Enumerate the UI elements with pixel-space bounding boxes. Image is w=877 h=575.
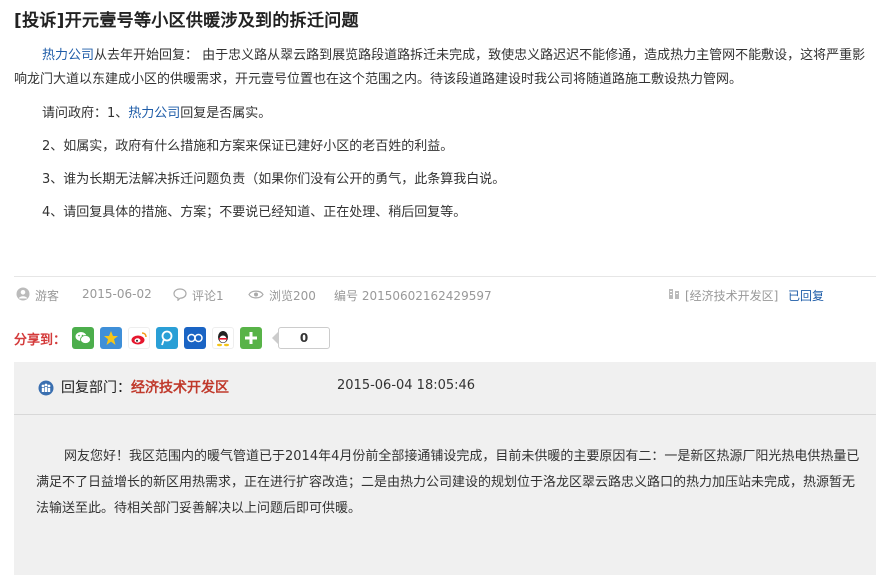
complaint-paragraph-5: 4、请回复具体的措施、方案；不要说已经知道、正在处理、稍后回复等。 bbox=[42, 205, 467, 220]
share-label: 分享到： bbox=[14, 332, 67, 348]
reply-label-prefix: 回复部门： bbox=[61, 380, 131, 396]
complaint-paragraph-2: 请问政府：1、热力公司回复是否属实。 bbox=[14, 103, 872, 125]
reply-section: 回复部门：经济技术开发区 2015-06-04 18:05:46 网友您好！我区… bbox=[14, 362, 876, 575]
complaint-content: 热力公司从去年开始回复： 由于忠义路从翠云路到展览路段道路拆迁未完成，致使忠义路… bbox=[14, 44, 872, 235]
reply-datetime: 2015-06-04 18:05:46 bbox=[337, 378, 476, 393]
building-icon bbox=[668, 288, 680, 303]
meta-serial-text: 编号 20150602162429597 bbox=[334, 289, 492, 303]
meta-date: 2015-06-02 bbox=[82, 287, 152, 301]
reply-department-name: 经济技术开发区 bbox=[131, 380, 229, 396]
divider bbox=[14, 276, 876, 277]
page-title: [投诉]开元壹号等小区供暖涉及到的拆迁问题 bbox=[14, 11, 359, 31]
comment-icon bbox=[173, 287, 187, 304]
meta-status[interactable]: 已回复 bbox=[788, 287, 824, 304]
meta-department-text: [经济技术开发区] bbox=[685, 289, 779, 303]
meta-comments[interactable]: 评论1 bbox=[173, 287, 224, 304]
heat-company-link-1[interactable]: 热力公司 bbox=[42, 48, 94, 63]
meta-user: 游客 bbox=[16, 287, 59, 304]
department-icon bbox=[38, 380, 54, 400]
complaint-paragraph-1: 热力公司从去年开始回复： 由于忠义路从翠云路到展览路段道路拆迁未完成，致使忠义路… bbox=[14, 44, 872, 92]
reply-body: 网友您好！我区范围内的暖气管道已于2014年4月份前全部接通铺设完成，目前未供暖… bbox=[36, 449, 860, 516]
post-meta-bar: 游客 2015-06-02 评论1 浏览200 编号 2015060216242… bbox=[16, 287, 876, 305]
meta-views: 浏览200 bbox=[248, 287, 316, 304]
wechat-icon[interactable] bbox=[72, 327, 95, 349]
reply-department-label: 回复部门：经济技术开发区 bbox=[61, 377, 229, 397]
complaint-p2-text: 回复是否属实。 bbox=[180, 106, 272, 121]
more-icon[interactable] bbox=[240, 327, 263, 349]
complaint-p2-prefix: 请问政府：1、 bbox=[42, 106, 129, 121]
eye-icon bbox=[248, 289, 264, 303]
complaint-p1-text: 从去年开始回复： 由于忠义路从翠云路到展览路段道路拆迁未完成，致使忠义路迟迟不能… bbox=[14, 48, 866, 87]
share-count-value: 0 bbox=[278, 327, 331, 349]
renren-icon[interactable] bbox=[184, 327, 207, 349]
meta-comments-text: 评论1 bbox=[192, 289, 224, 303]
meta-views-text: 浏览200 bbox=[269, 289, 316, 303]
meta-date-text: 2015-06-02 bbox=[82, 287, 152, 301]
tencent-weibo-icon[interactable] bbox=[156, 327, 179, 349]
user-icon bbox=[16, 287, 30, 304]
complaint-paragraph-4: 3、谁为长期无法解决拆迁问题负责（如果你们没有公开的勇气，此条算我白说。 bbox=[42, 172, 506, 187]
qzone-icon[interactable] bbox=[100, 327, 123, 349]
heat-company-link-2[interactable]: 热力公司 bbox=[128, 106, 180, 121]
complaint-paragraph-3: 2、如属实，政府有什么措施和方案来保证已建好小区的老百姓的利益。 bbox=[42, 139, 454, 154]
meta-serial: 编号 20150602162429597 bbox=[334, 287, 492, 304]
qq-icon[interactable] bbox=[212, 327, 235, 349]
weibo-icon[interactable] bbox=[128, 327, 151, 349]
meta-department[interactable]: [经济技术开发区] bbox=[668, 287, 778, 304]
meta-status-text: 已回复 bbox=[788, 289, 825, 303]
meta-user-name: 游客 bbox=[35, 289, 60, 303]
share-bar: 分享到： 0 bbox=[14, 325, 331, 351]
reply-header: 回复部门：经济技术开发区 2015-06-04 18:05:46 bbox=[14, 362, 876, 415]
share-count: 0 bbox=[272, 327, 331, 349]
